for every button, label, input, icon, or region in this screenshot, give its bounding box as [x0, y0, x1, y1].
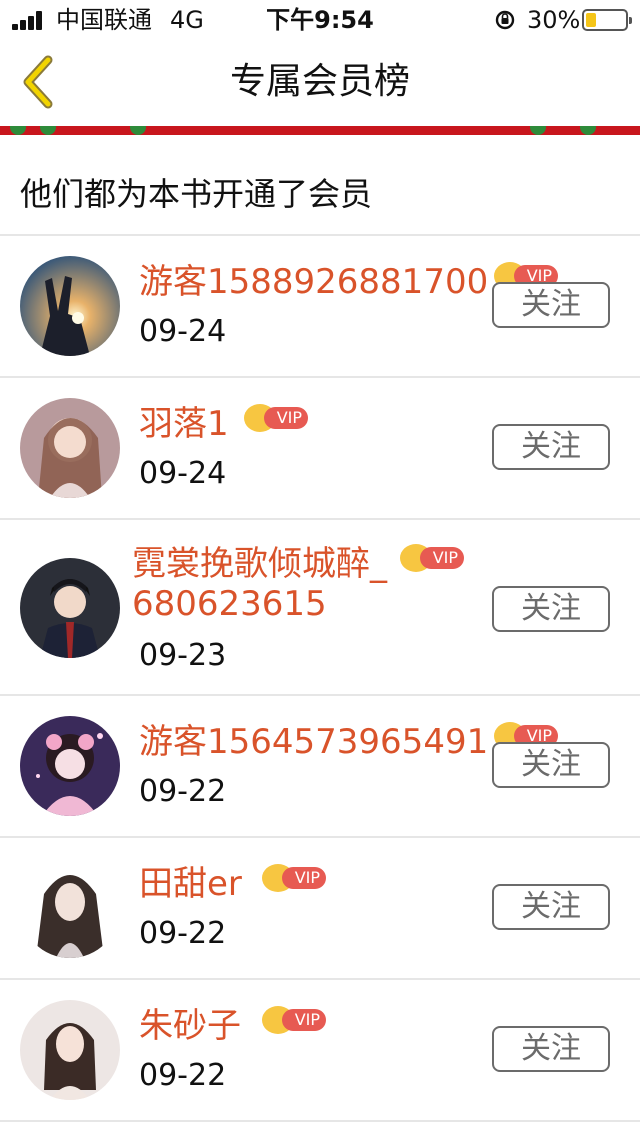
follow-button[interactable]: 关注	[492, 884, 610, 930]
avatar[interactable]	[20, 256, 120, 356]
status-bar: 中国联通 4G 下午9:54 30%	[0, 0, 640, 40]
list-item[interactable]: 朱砂子 VIP 09-22 关注	[0, 980, 640, 1122]
member-name[interactable]: 游客1564573965491	[139, 722, 488, 762]
member-date: 09-24	[139, 314, 227, 349]
avatar[interactable]	[20, 858, 120, 958]
member-date: 09-24	[139, 456, 227, 491]
avatar[interactable]	[20, 558, 120, 658]
list-item[interactable]: 游客1588926881700 VIP 09-24 关注	[0, 236, 640, 378]
vip-badge: VIP	[262, 864, 328, 892]
member-date: 09-23	[139, 638, 227, 673]
vip-badge: VIP	[400, 544, 466, 572]
battery-percent: 30%	[527, 6, 581, 34]
follow-button[interactable]: 关注	[492, 586, 610, 632]
member-name[interactable]: 游客1588926881700	[139, 262, 488, 302]
list-item[interactable]: 羽落1 VIP 09-24 关注	[0, 378, 640, 520]
member-name[interactable]: 田甜er	[139, 864, 242, 904]
battery-icon	[582, 9, 632, 31]
follow-button[interactable]: 关注	[492, 742, 610, 788]
section-title: 他们都为本书开通了会员	[20, 175, 373, 213]
list-item[interactable]: 田甜er VIP 09-22 关注	[0, 838, 640, 980]
page-title: 专属会员榜	[229, 61, 410, 102]
member-name[interactable]: 霓裳挽歌倾城醉_680623615	[132, 544, 402, 624]
list-item[interactable]: 游客1564573965491 VIP 09-22 关注	[0, 696, 640, 838]
list-item[interactable]: 霓裳挽歌倾城醉_680623615 VIP 09-23 关注	[0, 520, 640, 696]
avatar[interactable]	[20, 398, 120, 498]
vip-badge: VIP	[262, 1006, 328, 1034]
member-name[interactable]: 羽落1	[139, 404, 229, 444]
avatar[interactable]	[20, 1000, 120, 1100]
member-date: 09-22	[139, 916, 227, 951]
avatar[interactable]	[20, 716, 120, 816]
nav-bar: 专属会员榜	[0, 40, 640, 126]
member-name[interactable]: 朱砂子	[139, 1006, 241, 1046]
rotation-lock-icon	[494, 9, 516, 31]
vip-badge: VIP	[244, 404, 310, 432]
follow-button[interactable]: 关注	[492, 282, 610, 328]
member-date: 09-22	[139, 1058, 227, 1093]
follow-button[interactable]: 关注	[492, 1026, 610, 1072]
member-date: 09-22	[139, 774, 227, 809]
banner-strip	[0, 126, 640, 135]
follow-button[interactable]: 关注	[492, 424, 610, 470]
